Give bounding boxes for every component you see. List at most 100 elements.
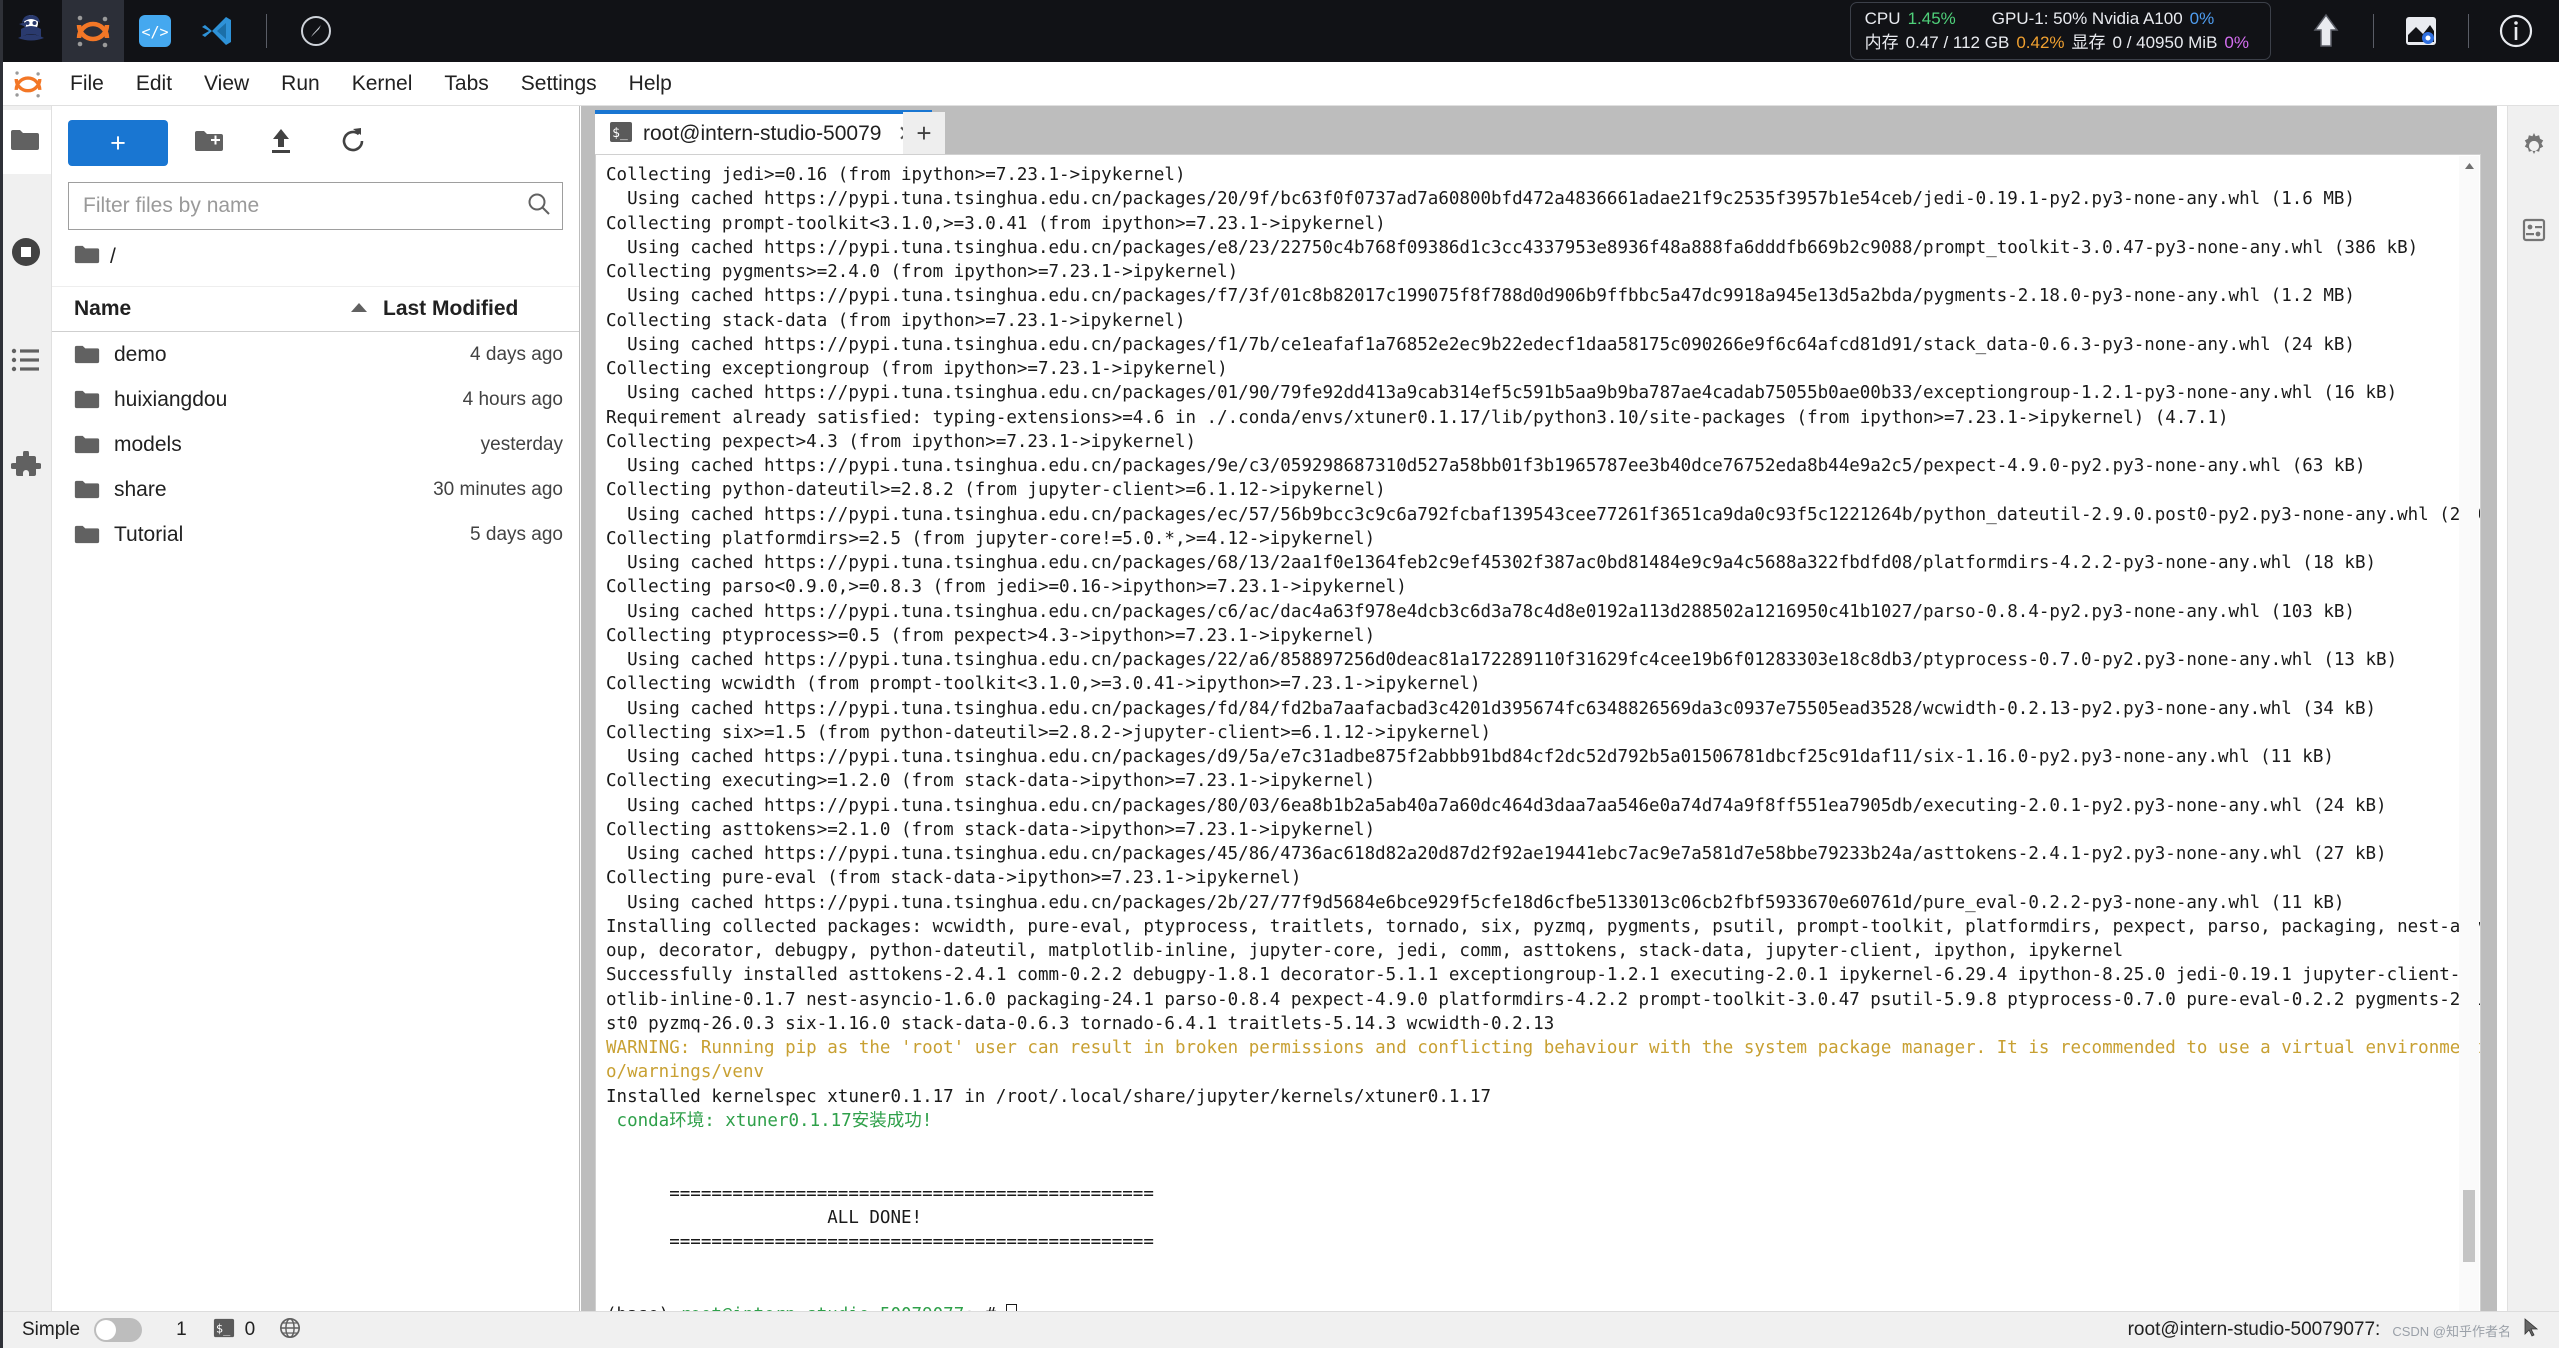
search-input[interactable] <box>83 194 526 218</box>
svg-text:$_: $_ <box>216 1321 231 1335</box>
property-inspector-icon[interactable] <box>2508 198 2559 262</box>
terminal-line: Collecting jedi>=0.16 (from ipython>=7.2… <box>606 165 1186 185</box>
upload-button[interactable] <box>250 120 312 166</box>
jupyter-menubar-logo-icon <box>0 62 56 106</box>
mode-label: Simple <box>22 1319 81 1340</box>
new-launcher-button[interactable]: + <box>68 120 168 166</box>
terminal-panel[interactable]: Collecting jedi>=0.16 (from ipython>=7.2… <box>595 154 2481 1332</box>
image-toggle-icon[interactable] <box>2392 0 2450 62</box>
file-name: models <box>114 432 182 456</box>
intern-studio-logo-icon[interactable] <box>0 0 62 62</box>
terminal-line: Using cached https://pypi.tuna.tsinghua.… <box>606 334 2355 355</box>
menu-kernel[interactable]: Kernel <box>338 67 427 101</box>
tab-bar: $_ root@intern-studio-50079 ✕ + <box>581 106 2497 154</box>
window-left-edge <box>0 0 3 1348</box>
list-item[interactable]: huixiangdou 4 hours ago <box>52 377 579 422</box>
scrollbar-track[interactable] <box>2463 182 2475 1262</box>
menu-edit[interactable]: Edit <box>122 67 186 101</box>
status-left-group: Simple <box>0 1318 143 1342</box>
mem-label: 内存 <box>1864 33 1899 52</box>
tab-label: root@intern-studio-50079 <box>643 122 882 145</box>
scroll-up-arrow-icon[interactable] <box>2459 156 2479 176</box>
menu-tabs[interactable]: Tabs <box>430 67 502 101</box>
breadcrumb[interactable]: / <box>52 230 579 287</box>
column-header-name[interactable]: Name <box>74 297 349 321</box>
scrollbar-thumb[interactable] <box>2463 1190 2475 1262</box>
column-header-last-modified[interactable]: Last Modified <box>383 297 563 321</box>
compass-icon[interactable] <box>285 0 347 62</box>
breadcrumb-root[interactable]: / <box>110 245 116 269</box>
file-modified: 4 hours ago <box>462 388 563 410</box>
sidebar-item-running[interactable] <box>0 222 51 286</box>
upload-icon <box>268 127 294 160</box>
terminal-line: Collecting executing>=1.2.0 (from stack-… <box>606 771 1376 792</box>
terminal-line: Using cached https://pypi.tuna.tsinghua.… <box>606 237 2419 258</box>
jupyter-logo-icon[interactable] <box>62 0 124 62</box>
code-server-icon[interactable]: </> <box>124 0 186 62</box>
os-top-bar: </> CPU 1.45% GPU-1: 50% Nvidia A100 0% … <box>0 0 2559 62</box>
terminal-line: Using cached https://pypi.tuna.tsinghua.… <box>606 747 2334 767</box>
list-item[interactable]: share 30 minutes ago <box>52 467 579 512</box>
left-activity-bar <box>0 106 52 1348</box>
menu-view[interactable]: View <box>190 67 263 101</box>
terminal-line: Collecting parso<0.9.0,>=0.8.3 (from jed… <box>606 577 1407 598</box>
folder-icon <box>74 244 100 270</box>
refresh-button[interactable] <box>322 120 384 166</box>
search-icon <box>526 191 552 222</box>
svg-text:</>: </> <box>141 23 168 41</box>
toolbar-divider <box>266 14 267 48</box>
watermark: CSDN @知乎作者名 <box>2392 1323 2511 1339</box>
terminal-line: Using cached https://pypi.tuna.tsinghua.… <box>606 601 2355 622</box>
terminal-line: Using cached https://pypi.tuna.tsinghua.… <box>606 383 2398 404</box>
terminal-line: Using cached https://pypi.tuna.tsinghua.… <box>606 504 2481 525</box>
list-item[interactable]: Tutorial 5 days ago <box>52 512 579 557</box>
new-tab-button[interactable]: + <box>903 112 945 154</box>
kernel-count: 1 <box>176 1319 187 1340</box>
terminal-scrollbar[interactable] <box>2459 156 2479 1331</box>
menu-file[interactable]: File <box>56 67 118 101</box>
vram-percent: 0% <box>2224 33 2249 52</box>
upload-arrow-icon[interactable] <box>2297 0 2355 62</box>
sidebar-item-toc[interactable] <box>0 330 51 394</box>
terminal-line: Collecting pexpect>4.3 (from ipython>=7.… <box>606 431 1197 452</box>
menu-help[interactable]: Help <box>615 67 686 101</box>
vscode-icon[interactable] <box>186 0 248 62</box>
osbar-divider-2 <box>2373 14 2374 48</box>
new-folder-icon <box>194 129 224 158</box>
sort-ascending-icon[interactable] <box>349 300 369 318</box>
status-right-group: root@intern-studio-50079077: CSDN @知乎作者名 <box>2127 1317 2559 1343</box>
terminal-icon: $_ <box>609 120 633 149</box>
sidebar-item-extensions[interactable] <box>0 436 51 500</box>
terminal-line: oup, decorator, debugpy, python-dateutil… <box>606 941 2124 961</box>
menu-run[interactable]: Run <box>267 67 334 101</box>
tab-terminal[interactable]: $_ root@intern-studio-50079 ✕ <box>595 110 932 154</box>
list-item[interactable]: demo 4 days ago <box>52 332 579 377</box>
menu-settings[interactable]: Settings <box>507 67 611 101</box>
terminal-line: Collecting pure-eval (from stack-data->i… <box>606 868 1302 889</box>
right-activity-bar <box>2507 106 2559 1348</box>
sidebar-item-file-browser[interactable] <box>0 110 51 174</box>
info-icon[interactable] <box>2487 0 2545 62</box>
terminal-line: Collecting platformdirs>=2.5 (from jupyt… <box>606 528 1376 549</box>
cpu-value: 1.45% <box>1907 9 1956 28</box>
folder-icon <box>74 344 104 365</box>
file-browser-toolbar: + <box>52 106 579 176</box>
status-host-text: root@intern-studio-50079077: <box>2127 1319 2381 1340</box>
terminal-line: Collecting exceptiongroup (from ipython>… <box>606 359 1228 379</box>
list-item[interactable]: models yesterday <box>52 422 579 467</box>
terminal-icon: $_ <box>213 1317 235 1344</box>
globe-icon[interactable] <box>279 1317 301 1344</box>
settings-gear-icon[interactable] <box>2508 114 2559 178</box>
terminal-line: Collecting wcwidth (from prompt-toolkit<… <box>606 674 1481 695</box>
terminal-line: Using cached https://pypi.tuna.tsinghua.… <box>606 553 2377 573</box>
new-folder-button[interactable] <box>178 120 240 166</box>
terminal-count-group[interactable]: $_ 0 <box>213 1317 302 1344</box>
terminal-count: 0 <box>244 1319 256 1340</box>
list-icon <box>11 347 41 378</box>
filter-input-wrapper[interactable] <box>68 182 563 230</box>
simple-mode-toggle[interactable] <box>94 1318 143 1342</box>
terminal-line: Using cached https://pypi.tuna.tsinghua.… <box>606 456 2366 476</box>
